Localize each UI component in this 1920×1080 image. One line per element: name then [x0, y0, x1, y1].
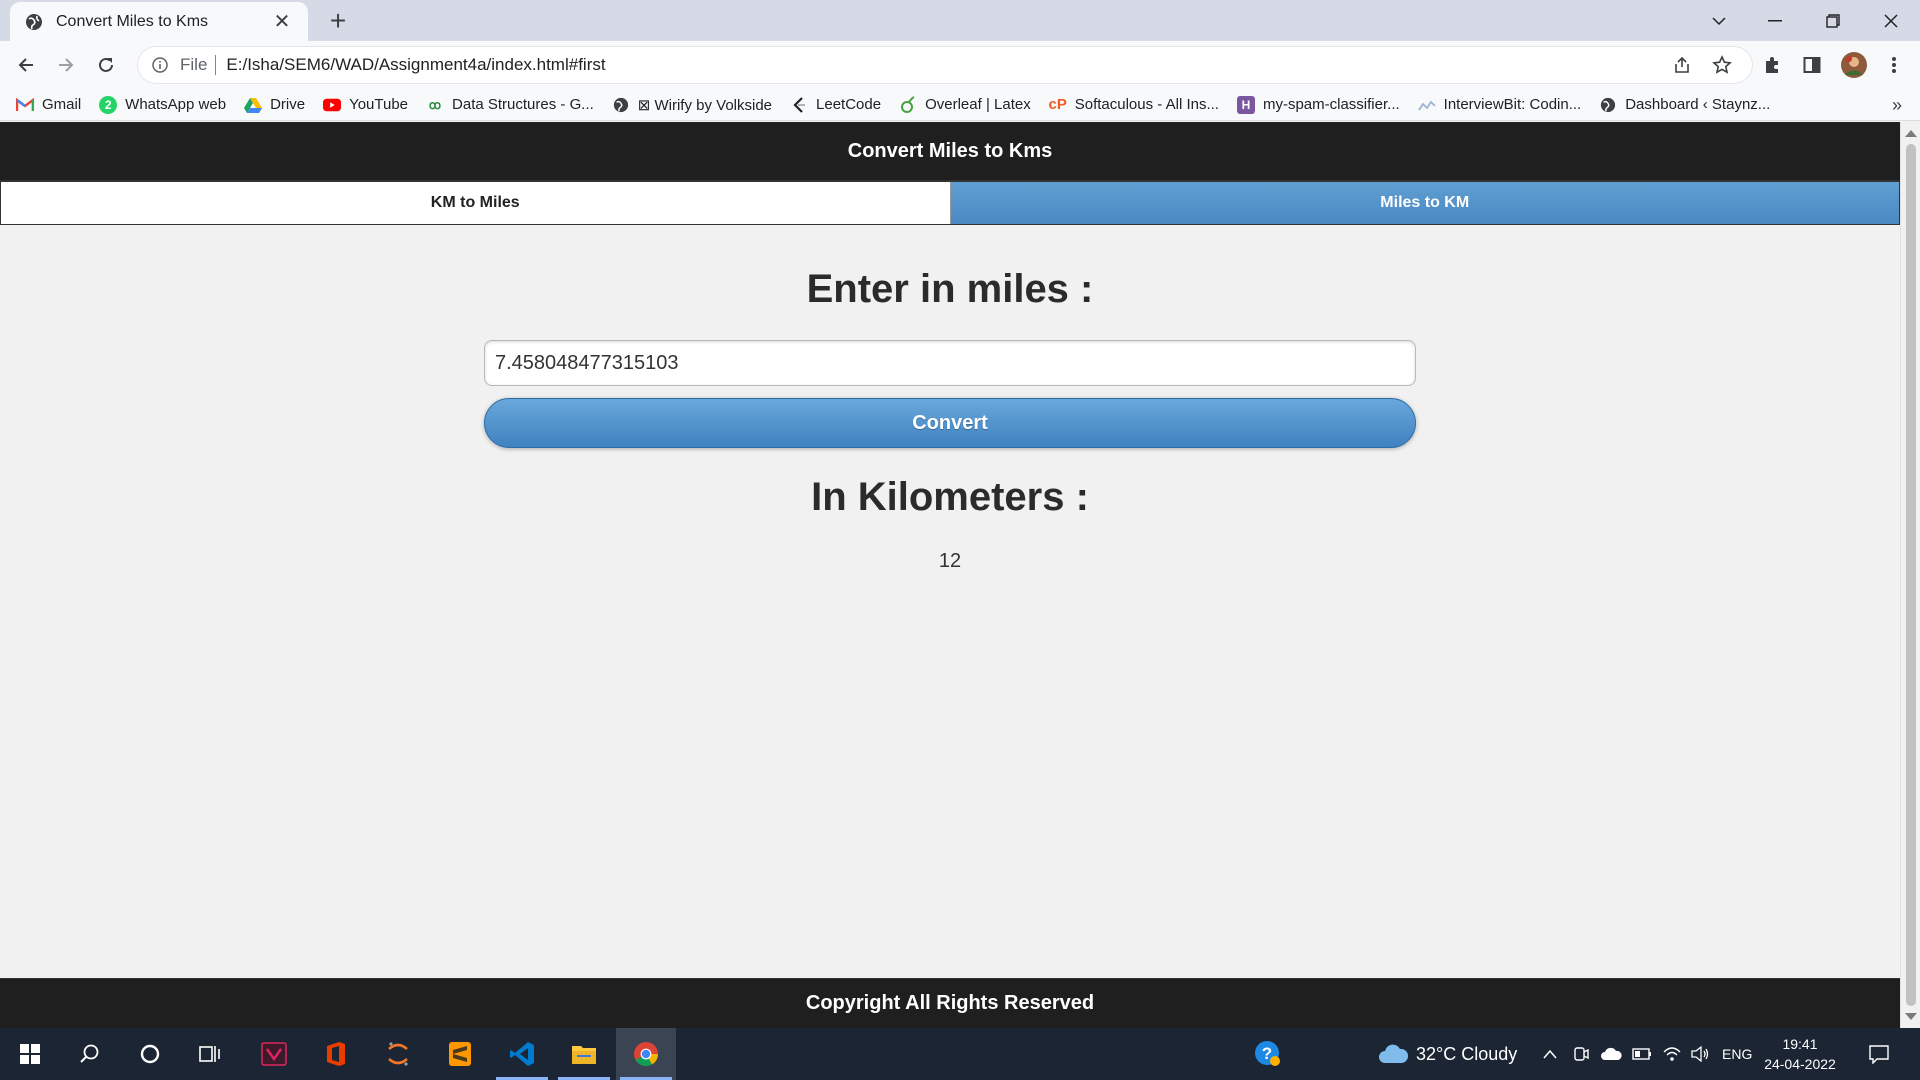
miles-input[interactable] — [484, 340, 1416, 386]
office-icon[interactable] — [306, 1028, 366, 1080]
info-icon[interactable] — [150, 55, 170, 75]
overleaf-icon — [899, 95, 917, 114]
vertical-scrollbar[interactable] — [1900, 122, 1920, 1028]
close-icon[interactable]: ✕ — [270, 10, 294, 34]
tab-km-to-miles[interactable]: KM to Miles — [1, 182, 951, 224]
scroll-up-icon[interactable] — [1905, 130, 1917, 137]
interviewbit-icon — [1417, 96, 1436, 114]
input-heading: Enter in miles : — [806, 267, 1094, 311]
bookmark-youtube[interactable]: YouTube — [323, 96, 408, 114]
url-scheme: File — [180, 55, 208, 74]
vscode-icon[interactable] — [492, 1028, 552, 1080]
data-structures-icon: ꝏ — [428, 97, 442, 112]
whatsapp-icon: 2 — [99, 95, 118, 114]
url-text[interactable]: E:/Isha/SEM6/WAD/Assignment4a/index.html… — [226, 55, 605, 75]
forward-icon[interactable] — [50, 49, 82, 81]
tab-search-icon[interactable] — [1690, 0, 1748, 41]
bookmark-star-icon[interactable] — [1710, 53, 1734, 77]
notifications-icon[interactable] — [1868, 1028, 1890, 1080]
show-hidden-icons-icon[interactable] — [1542, 1028, 1558, 1080]
leetcode-icon — [790, 96, 808, 114]
scrollbar-thumb[interactable] — [1906, 144, 1916, 1006]
volume-icon[interactable] — [1690, 1028, 1710, 1080]
bookmark-drive[interactable]: Drive — [244, 96, 305, 114]
weather-widget[interactable]: 32°C Cloudy — [1378, 1028, 1517, 1080]
bookmark-whatsapp[interactable]: 2 WhatsApp web — [99, 95, 226, 114]
chrome-icon[interactable] — [616, 1028, 676, 1080]
sublime-text-icon[interactable] — [430, 1028, 490, 1080]
page-title: Convert Miles to Kms — [0, 122, 1900, 181]
jupyter-icon[interactable] — [368, 1028, 428, 1080]
minimize-icon[interactable] — [1746, 0, 1804, 41]
browser-tab[interactable]: Convert Miles to Kms ✕ — [10, 2, 308, 41]
globe-icon — [1599, 96, 1617, 114]
share-icon[interactable] — [1670, 53, 1694, 77]
tab-miles-to-km[interactable]: Miles to KM — [950, 182, 1899, 224]
bookmark-gmail[interactable]: Gmail — [16, 96, 81, 114]
new-tab-button[interactable]: + — [322, 6, 354, 36]
clock-time: 19:41 — [1782, 1036, 1818, 1052]
bookmark-softaculous[interactable]: cP Softaculous - All Ins... — [1049, 96, 1219, 114]
extensions-icon[interactable] — [1760, 53, 1784, 77]
url-separator — [215, 55, 217, 75]
bookmark-wirify[interactable]: ⊠ Wirify by Volkside — [612, 96, 772, 114]
bookmark-leetcode[interactable]: LeetCode — [790, 96, 881, 114]
bookmark-spam-classifier[interactable]: H my-spam-classifier... — [1236, 95, 1400, 114]
bookmarks-more-icon[interactable]: » — [1892, 95, 1902, 116]
wifi-icon[interactable] — [1662, 1028, 1682, 1080]
scroll-down-icon[interactable] — [1905, 1013, 1917, 1020]
heroku-icon: H — [1236, 95, 1255, 114]
browser-toolbar: File E:/Isha/SEM6/WAD/Assignment4a/index… — [0, 41, 1920, 89]
task-view-icon[interactable] — [180, 1028, 240, 1080]
page-viewport: Convert Miles to Kms KM to Miles Miles t… — [0, 122, 1900, 1028]
windows-taskbar: ? 32°C Cloudy ENG 19:41 24-04-2022 — [0, 1028, 1920, 1080]
converter-tabs: KM to Miles Miles to KM — [0, 181, 1900, 225]
tab-title: Convert Miles to Kms — [56, 12, 209, 30]
drive-icon — [244, 96, 263, 114]
km-result: 12 — [938, 550, 962, 572]
back-icon[interactable] — [10, 49, 42, 81]
windows-start-icon[interactable] — [0, 1028, 60, 1080]
language-indicator[interactable]: ENG — [1722, 1028, 1752, 1080]
help-icon[interactable]: ? — [1238, 1028, 1298, 1080]
bookmark-interviewbit[interactable]: InterviewBit: Codin... — [1417, 96, 1581, 114]
search-icon[interactable] — [60, 1028, 120, 1080]
convert-button[interactable]: Convert — [484, 398, 1416, 448]
menu-kebab-icon[interactable] — [1882, 53, 1906, 77]
window-close-icon[interactable] — [1862, 0, 1920, 41]
bookmark-dashboard[interactable]: Dashboard ‹ Staynz... — [1599, 96, 1770, 114]
file-explorer-icon[interactable] — [554, 1028, 614, 1080]
cortana-icon[interactable] — [120, 1028, 180, 1080]
page-footer: Copyright All Rights Reserved — [0, 978, 1900, 1028]
cloud-icon — [1378, 1043, 1408, 1065]
gmail-icon — [16, 96, 34, 114]
meet-now-icon[interactable] — [1572, 1028, 1590, 1080]
reload-icon[interactable] — [90, 49, 122, 81]
output-heading: In Kilometers : — [811, 475, 1089, 519]
bookmark-data-structures[interactable]: ꝏ Data Structures - G... — [426, 96, 594, 114]
onedrive-icon[interactable] — [1600, 1028, 1622, 1080]
restore-icon[interactable] — [1804, 0, 1862, 41]
softaculous-icon: cP — [1048, 96, 1067, 113]
bookmarks-bar: Gmail 2 WhatsApp web Drive YouTube ꝏ Dat… — [0, 89, 1920, 121]
address-bar[interactable]: File E:/Isha/SEM6/WAD/Assignment4a/index… — [138, 47, 1752, 83]
avatar[interactable] — [1840, 51, 1868, 79]
side-panel-icon[interactable] — [1800, 53, 1824, 77]
youtube-icon — [323, 96, 342, 114]
bookmark-overleaf[interactable]: Overleaf | Latex — [899, 95, 1031, 114]
browser-tab-strip: Convert Miles to Kms ✕ + — [0, 0, 1920, 41]
app-icon[interactable] — [244, 1028, 304, 1080]
clock[interactable]: 19:41 24-04-2022 — [1752, 1034, 1848, 1074]
globe-icon — [24, 12, 44, 32]
battery-icon[interactable] — [1632, 1028, 1652, 1080]
clock-date: 24-04-2022 — [1764, 1056, 1836, 1072]
globe-icon — [612, 96, 630, 114]
weather-text: 32°C Cloudy — [1416, 1043, 1518, 1064]
